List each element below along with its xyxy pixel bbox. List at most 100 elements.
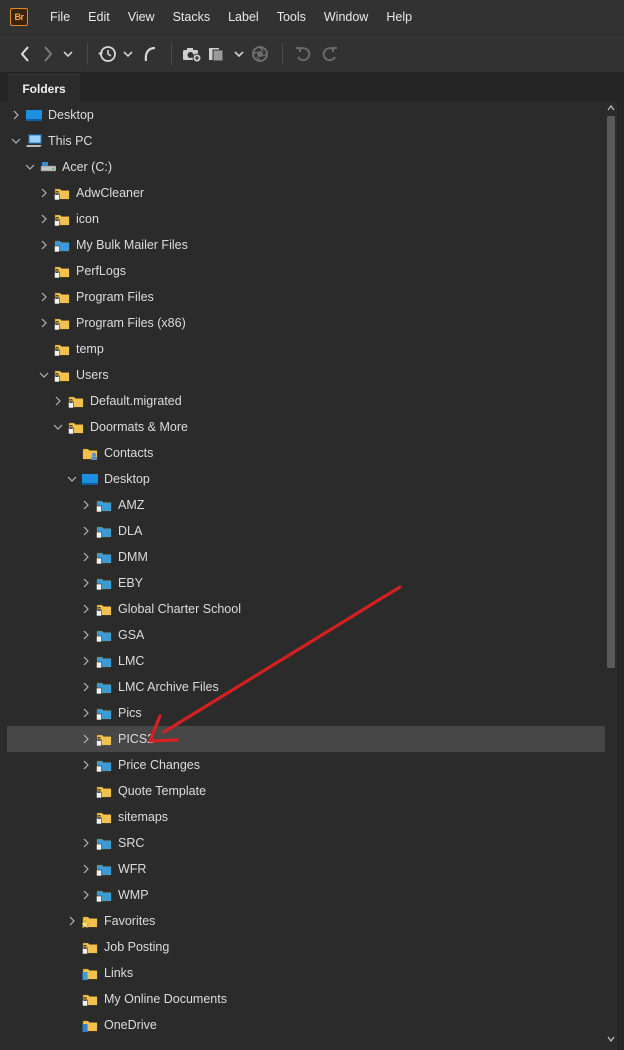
recent-dropdown-button[interactable] bbox=[121, 42, 135, 66]
chevron-down-icon[interactable] bbox=[52, 421, 64, 433]
tree-row-quote-template[interactable]: Quote Template bbox=[7, 778, 605, 804]
tree-row-price-changes[interactable]: Price Changes bbox=[7, 752, 605, 778]
chevron-right-icon[interactable] bbox=[38, 187, 50, 199]
chevron-right-icon[interactable] bbox=[38, 317, 50, 329]
chevron-right-icon[interactable] bbox=[66, 915, 78, 927]
locked-folder-icon bbox=[54, 264, 70, 279]
menu-help[interactable]: Help bbox=[377, 0, 421, 34]
tree-row-wfr[interactable]: WFR bbox=[7, 856, 605, 882]
scrollbar-thumb[interactable] bbox=[607, 116, 615, 668]
tree-row-acer-c[interactable]: Acer (C:) bbox=[7, 154, 605, 180]
menu-edit[interactable]: Edit bbox=[79, 0, 119, 34]
tab-folders[interactable]: Folders bbox=[8, 74, 80, 102]
forward-button[interactable] bbox=[39, 42, 57, 66]
chevron-right-icon[interactable] bbox=[80, 603, 92, 615]
menu-view[interactable]: View bbox=[119, 0, 164, 34]
chevron-right-icon[interactable] bbox=[80, 655, 92, 667]
refine-button[interactable] bbox=[249, 42, 271, 66]
chevron-right-icon[interactable] bbox=[38, 239, 50, 251]
chevron-right-icon[interactable] bbox=[52, 395, 64, 407]
favorites-folder-icon bbox=[80, 914, 98, 929]
get-photos-button[interactable] bbox=[180, 42, 204, 66]
chevron-right-icon[interactable] bbox=[80, 629, 92, 641]
tree-row-my-online-documents[interactable]: My Online Documents bbox=[7, 986, 605, 1012]
tree-row-contacts[interactable]: Contacts bbox=[7, 440, 605, 466]
menu-file[interactable]: File bbox=[42, 0, 79, 34]
chevron-down-icon[interactable] bbox=[66, 473, 78, 485]
tree-row-dla[interactable]: DLA bbox=[7, 518, 605, 544]
menu-stacks[interactable]: Stacks bbox=[164, 0, 220, 34]
tree-row-label: icon bbox=[76, 212, 99, 226]
history-dropdown-button[interactable] bbox=[60, 42, 76, 66]
chevron-right-icon[interactable] bbox=[38, 213, 50, 225]
back-button[interactable] bbox=[14, 42, 36, 66]
tree-row-program-files[interactable]: Program Files bbox=[7, 284, 605, 310]
chevron-right-icon[interactable] bbox=[80, 499, 92, 511]
tree-row-perflogs[interactable]: PerfLogs bbox=[7, 258, 605, 284]
rotate-right-button[interactable] bbox=[318, 42, 342, 66]
expander-placeholder bbox=[66, 1019, 78, 1031]
scroll-down-button[interactable] bbox=[605, 1033, 617, 1045]
chevron-right-icon[interactable] bbox=[80, 681, 92, 693]
tree-row-favorites[interactable]: Favorites bbox=[7, 908, 605, 934]
chevron-right-icon[interactable] bbox=[80, 759, 92, 771]
tree-row-amz[interactable]: AMZ bbox=[7, 492, 605, 518]
tree-row-desktop[interactable]: Desktop bbox=[7, 466, 605, 492]
tree-row-job-posting[interactable]: Job Posting bbox=[7, 934, 605, 960]
locked-folder-icon bbox=[96, 732, 112, 747]
tree-row-src[interactable]: SRC bbox=[7, 830, 605, 856]
tree-row-label: LMC bbox=[118, 654, 145, 668]
menu-tools[interactable]: Tools bbox=[268, 0, 315, 34]
scroll-up-button[interactable] bbox=[605, 102, 617, 114]
tree-row-program-files-x86[interactable]: Program Files (x86) bbox=[7, 310, 605, 336]
tree-row-dmm[interactable]: DMM bbox=[7, 544, 605, 570]
return-to-app-button[interactable] bbox=[138, 42, 160, 66]
chevron-right-icon[interactable] bbox=[80, 525, 92, 537]
tree-row-eby[interactable]: EBY bbox=[7, 570, 605, 596]
tree-row-this-pc[interactable]: This PC bbox=[7, 128, 605, 154]
chevron-right-icon[interactable] bbox=[80, 889, 92, 901]
recent-button[interactable] bbox=[96, 42, 118, 66]
tree-row-pics[interactable]: Pics bbox=[7, 700, 605, 726]
tree-row-adwcleaner[interactable]: AdwCleaner bbox=[7, 180, 605, 206]
chevron-right-icon[interactable] bbox=[80, 551, 92, 563]
chevron-right-icon[interactable] bbox=[10, 109, 22, 121]
tree-row-pics2[interactable]: PICS2 bbox=[7, 726, 605, 752]
tree-row-label: Pics bbox=[118, 706, 142, 720]
chevron-down-icon[interactable] bbox=[24, 161, 36, 173]
tree-row-icon[interactable]: icon bbox=[7, 206, 605, 232]
chevron-right-icon[interactable] bbox=[80, 837, 92, 849]
chevron-right-icon[interactable] bbox=[80, 577, 92, 589]
chevron-down-icon[interactable] bbox=[38, 369, 50, 381]
chevron-down-icon[interactable] bbox=[10, 135, 22, 147]
tree-row-default-migrated[interactable]: Default.migrated bbox=[7, 388, 605, 414]
tree-row-global-charter-school[interactable]: Global Charter School bbox=[7, 596, 605, 622]
tree-row-my-bulk-mailer-files[interactable]: My Bulk Mailer Files bbox=[7, 232, 605, 258]
rotate-right-icon bbox=[322, 46, 337, 61]
tree-row-label: GSA bbox=[118, 628, 145, 642]
tree-row-label: This PC bbox=[48, 134, 93, 148]
tree-row-sitemaps[interactable]: sitemaps bbox=[7, 804, 605, 830]
chevron-right-icon[interactable] bbox=[80, 733, 92, 745]
tree-row-gsa[interactable]: GSA bbox=[7, 622, 605, 648]
rotate-left-button[interactable] bbox=[291, 42, 315, 66]
menu-label[interactable]: Label bbox=[219, 0, 268, 34]
tree-row-wmp[interactable]: WMP bbox=[7, 882, 605, 908]
tree-row-doormats-more[interactable]: Doormats & More bbox=[7, 414, 605, 440]
blue-folder-icon bbox=[96, 758, 112, 773]
copy-button[interactable] bbox=[207, 42, 229, 66]
copy-dropdown-button[interactable] bbox=[232, 42, 246, 66]
tree-row-desktop[interactable]: Desktop bbox=[7, 102, 605, 128]
tree-row-users[interactable]: Users bbox=[7, 362, 605, 388]
chevron-right-icon[interactable] bbox=[80, 707, 92, 719]
menu-window[interactable]: Window bbox=[315, 0, 377, 34]
chevron-right-icon[interactable] bbox=[38, 291, 50, 303]
tree-row-label: Global Charter School bbox=[118, 602, 241, 616]
tree-row-lmc[interactable]: LMC bbox=[7, 648, 605, 674]
chevron-right-icon[interactable] bbox=[80, 863, 92, 875]
tree-row-links[interactable]: Links bbox=[7, 960, 605, 986]
window-edge bbox=[617, 72, 624, 1050]
tree-row-lmc-archive-files[interactable]: LMC Archive Files bbox=[7, 674, 605, 700]
tree-row-onedrive[interactable]: OneDrive bbox=[7, 1012, 605, 1038]
tree-row-temp[interactable]: temp bbox=[7, 336, 605, 362]
